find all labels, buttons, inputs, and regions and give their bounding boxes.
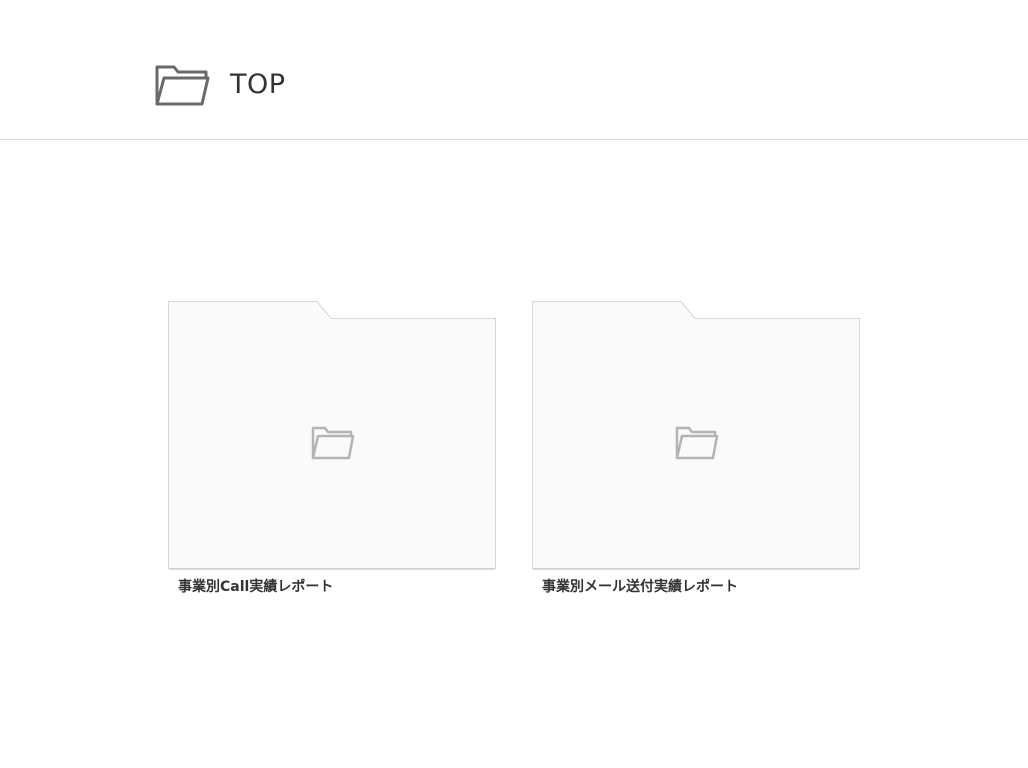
folder-open-icon	[675, 426, 719, 460]
folder-label[interactable]: 事業別メール送付実績レポート	[542, 578, 738, 596]
folder-card-mail-report[interactable]: 事業別メール送付実績レポート	[531, 300, 861, 600]
folder-open-icon	[154, 64, 210, 108]
page-title: TOP	[230, 69, 286, 100]
page-header: TOP	[0, 0, 1028, 140]
folder-card-call-report[interactable]: 事業別Call実績レポート	[167, 300, 497, 600]
folder-label[interactable]: 事業別Call実績レポート	[178, 578, 333, 596]
folder-open-icon	[311, 426, 355, 460]
